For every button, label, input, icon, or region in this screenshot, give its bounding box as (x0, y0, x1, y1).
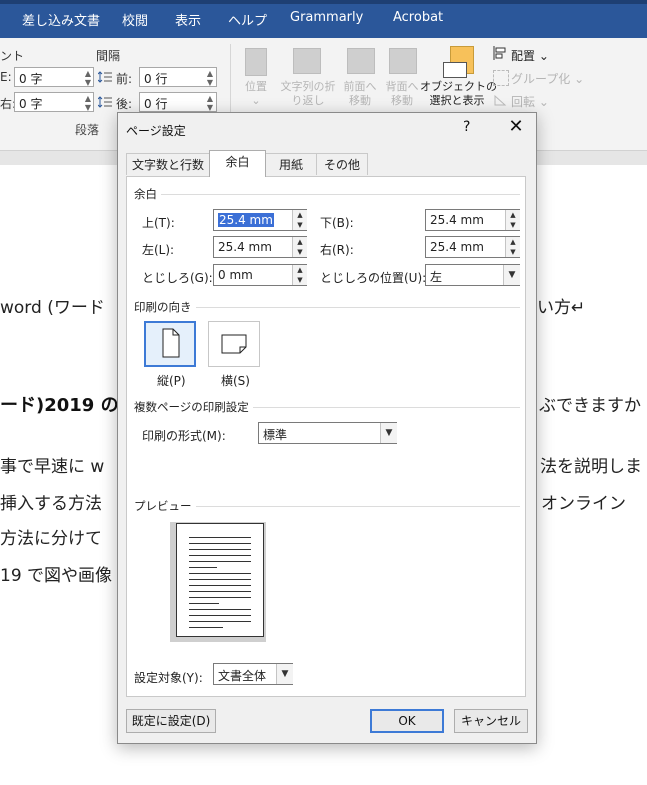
doc-line-1: word (ワード (0, 298, 105, 318)
tab-review[interactable]: 校閲 (122, 10, 148, 29)
top-margin-spin[interactable]: ▲ ▼ (292, 210, 307, 230)
align-button[interactable]: 配置 ⌄ (511, 47, 549, 64)
tab-help[interactable]: ヘルプ (228, 10, 267, 29)
page-setup-dialog: ページ設定 ? ✕ 文字数と行数 余白 用紙 その他 余白 上(T): 25.4… (117, 112, 537, 744)
send-backward-button-line2[interactable]: 移動 (382, 94, 422, 108)
gutter-label: とじしろ(G): (142, 271, 213, 285)
top-margin-label: 上(T): (142, 216, 175, 230)
indent-left-spin[interactable]: ▲ ▼ (83, 69, 93, 87)
indent-label: ント (0, 49, 25, 63)
doc-line-5: 方法に分けて (0, 529, 102, 549)
tab-layout[interactable]: その他 (316, 153, 368, 175)
group-icon (493, 70, 509, 86)
rotate-icon (493, 93, 507, 107)
portrait-button[interactable] (144, 321, 196, 367)
position-chevron-icon: ⌄ (251, 94, 261, 107)
indent-left-prefix: E: (0, 70, 12, 84)
wrap-text-button-line2[interactable]: り返し (286, 94, 330, 108)
right-margin-spin[interactable]: ▲ ▼ (505, 237, 520, 257)
pages-section-label: 複数ページの印刷設定 (134, 399, 253, 415)
landscape-label: 横(S) (221, 374, 250, 388)
spacing-before-label: 前: (116, 72, 133, 86)
bring-forward-button-line2[interactable]: 移動 (340, 94, 380, 108)
doc-line-1-right: い方↵ (537, 298, 586, 318)
tab-document-grid[interactable]: 文字数と行数 (126, 153, 210, 175)
multiple-pages-select[interactable]: 標準 (258, 422, 397, 444)
wrap-text-button[interactable]: 文字列の折 (276, 80, 340, 94)
apply-to-chevron-icon[interactable]: ▼ (276, 664, 293, 684)
tab-mailings[interactable]: 差し込み文書 (22, 10, 100, 29)
tab-view[interactable]: 表示 (175, 10, 201, 29)
help-button[interactable]: ? (463, 119, 470, 135)
group-button[interactable]: グループ化 ⌄ (511, 70, 584, 87)
set-as-default-button[interactable]: 既定に設定(D) (126, 709, 216, 733)
indent-right-spin[interactable]: ▲ ▼ (83, 94, 93, 112)
wrap-text-icon (293, 48, 321, 74)
dialog-title: ページ設定 (126, 124, 186, 138)
gutter-position-chevron-icon[interactable]: ▼ (503, 265, 520, 285)
rotate-button[interactable]: 回転 ⌄ (511, 93, 549, 110)
multiple-pages-chevron-icon[interactable]: ▼ (380, 423, 397, 443)
landscape-icon (221, 334, 247, 354)
close-button[interactable]: ✕ (503, 115, 529, 139)
spacing-after-icon (97, 95, 112, 109)
position-icon (245, 48, 267, 76)
cancel-button[interactable]: キャンセル (454, 709, 528, 733)
left-margin-label: 左(L): (142, 243, 175, 257)
margins-divider (134, 194, 520, 195)
ok-button[interactable]: OK (370, 709, 444, 733)
title-bar-edge (0, 0, 647, 4)
send-backward-button[interactable]: 背面へ (382, 80, 422, 94)
spacing-before-icon (97, 70, 112, 84)
bottom-margin-spin[interactable]: ▲ ▼ (505, 210, 520, 230)
multiple-pages-label: 印刷の形式(M): (142, 429, 226, 443)
spacing-label: 間隔 (96, 49, 121, 63)
gutter-spin[interactable]: ▲ ▼ (292, 265, 307, 285)
doc-line-4-right: オンライン (541, 494, 626, 514)
position-button[interactable]: 位置 (238, 80, 274, 94)
preview-section-label: プレビュー (134, 498, 196, 514)
bring-forward-icon (347, 48, 375, 74)
align-icon (493, 46, 507, 60)
doc-line-4: 挿入する方法 (0, 494, 102, 514)
selection-pane-frame-icon (443, 62, 467, 78)
spacing-before-spin[interactable]: ▲ ▼ (205, 69, 215, 87)
tab-acrobat[interactable]: Acrobat (393, 10, 443, 25)
indent-left-input[interactable]: 0 字 (14, 67, 94, 87)
preview-page (176, 523, 264, 637)
doc-heading: ード)2019 の (0, 395, 119, 416)
portrait-icon (162, 328, 180, 358)
send-backward-icon (389, 48, 417, 74)
orientation-section-label: 印刷の向き (134, 299, 196, 315)
landscape-button[interactable] (208, 321, 260, 367)
tab-margins[interactable]: 余白 (209, 150, 266, 177)
bottom-margin-label: 下(B): (320, 216, 354, 230)
tab-paper[interactable]: 用紙 (265, 153, 317, 175)
doc-heading-right: ぶできますか (539, 396, 641, 416)
bring-forward-button[interactable]: 前面へ (340, 80, 380, 94)
selection-pane-button-line2[interactable]: 選択と表示 (420, 94, 494, 108)
right-margin-label: 右(R): (320, 243, 354, 257)
gutter-position-label: とじしろの位置(U): (320, 271, 427, 285)
spacing-after-label: 後: (116, 97, 133, 111)
paragraph-group-label: 段落 (75, 123, 100, 137)
spacing-after-spin[interactable]: ▲ ▼ (205, 94, 215, 112)
portrait-label: 縦(P) (157, 374, 186, 388)
indent-right-input[interactable]: 0 字 (14, 92, 94, 112)
doc-line-3: 事で早速に w (0, 457, 105, 477)
margins-section-label: 余白 (134, 186, 161, 202)
selection-pane-button[interactable]: オブジェクトの (420, 80, 497, 94)
apply-to-label: 設定対象(Y): (134, 671, 203, 685)
tab-grammarly[interactable]: Grammarly (290, 10, 363, 25)
doc-line-6: 19 で図や画像 (0, 566, 113, 586)
left-margin-spin[interactable]: ▲ ▼ (292, 237, 307, 257)
doc-line-3-right: 法を説明しま (540, 457, 642, 477)
